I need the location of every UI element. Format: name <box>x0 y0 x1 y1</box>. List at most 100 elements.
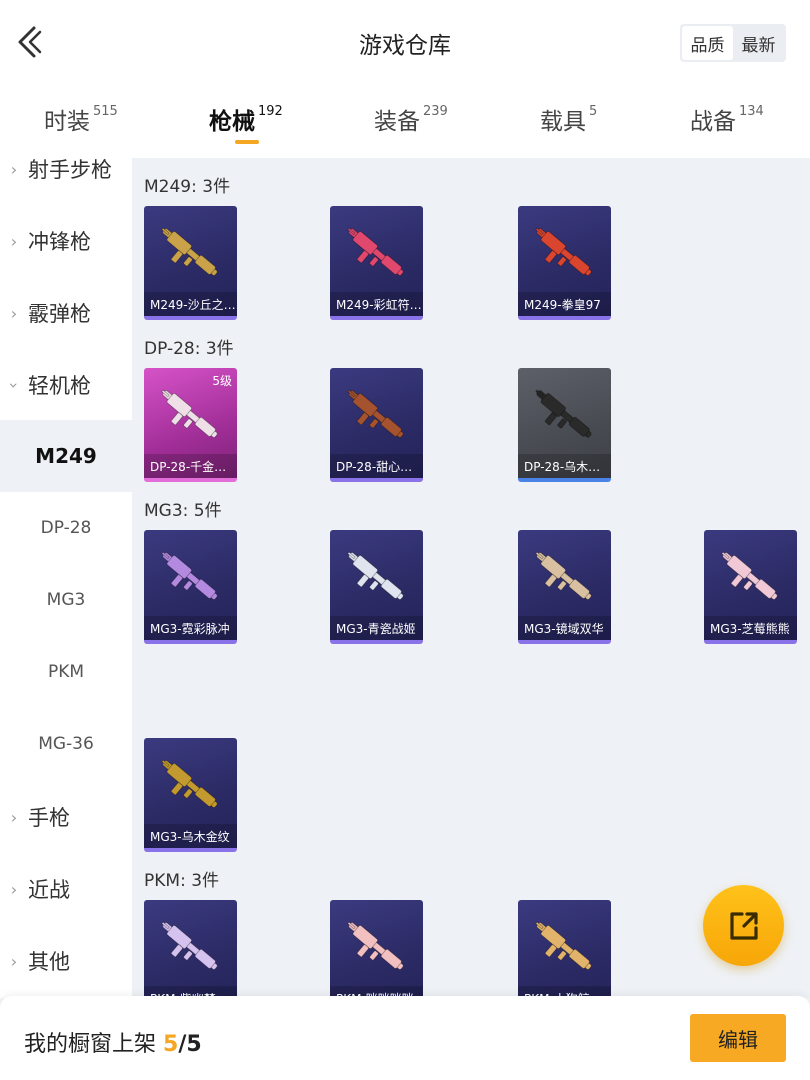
showcase-bar: 我的橱窗上架 5/5 编辑 <box>0 996 810 1080</box>
sidebar-item-label: 近战 <box>28 878 70 902</box>
skin-grid: M249: 3件 M249-沙丘之… M249-彩虹符… M249-拳皇97 D… <box>132 158 810 998</box>
skin-card-name: MG3-芝莓熊熊 <box>704 616 797 640</box>
sidebar-subitem-mg3[interactable]: MG3 <box>0 564 132 636</box>
rifle-icon <box>161 551 218 600</box>
rifle-icon <box>535 921 592 970</box>
rifle-icon <box>535 227 592 276</box>
share-button[interactable] <box>703 885 784 966</box>
skin-card-name: MG3-青瓷战姬 <box>330 616 423 640</box>
tab-label: 装备 <box>374 109 420 135</box>
sidebar-subitem-mg36[interactable]: MG-36 <box>0 708 132 780</box>
tab-label: 时装 <box>44 109 90 135</box>
sidebar-item-label: 霰弹枪 <box>28 302 91 326</box>
tab-count: 192 <box>258 104 283 119</box>
skin-card-name: DP-28-千金… <box>144 454 237 478</box>
skin-card[interactable]: MG3-霓彩脉冲 <box>144 530 237 644</box>
skin-card-name: MG3-霓彩脉冲 <box>144 616 237 640</box>
sidebar-subitem-pkm[interactable]: PKM <box>0 636 132 708</box>
skin-card-name: M249-沙丘之… <box>144 292 237 316</box>
group-title: MG3: 5件 <box>144 501 222 521</box>
sidebar-item-label: 手枪 <box>28 806 70 830</box>
showcase-label: 我的橱窗上架 <box>24 1032 157 1057</box>
skin-card[interactable]: DP-28-甜心… <box>330 368 423 482</box>
chevron-right-icon: › <box>10 303 18 323</box>
skin-card-name: MG3-镜域双华 <box>518 616 611 640</box>
sidebar-item-marksman-rifle[interactable]: › 射手步枪 <box>0 158 132 205</box>
skin-card-name: M249-彩虹符… <box>330 292 423 316</box>
sidebar-item-melee[interactable]: › 近战 <box>0 853 132 925</box>
chevron-right-icon: › <box>10 879 18 899</box>
rifle-icon <box>347 921 404 970</box>
skin-card[interactable]: 5级 DP-28-千金… <box>144 368 237 482</box>
tab-fashion[interactable]: 时装 515 <box>44 102 118 136</box>
header: 游戏仓库 品质 最新 <box>0 0 810 88</box>
skin-card-name: MG3-乌木金纹 <box>144 824 237 848</box>
skin-card[interactable]: M249-彩虹符… <box>330 206 423 320</box>
sidebar-subitem-dp28[interactable]: DP-28 <box>0 492 132 564</box>
sidebar-item-shotgun[interactable]: › 霰弹枪 <box>0 277 132 349</box>
skin-card[interactable]: PKM-咪咪咪咪… <box>330 900 423 998</box>
tab-label: 载具 <box>540 109 586 135</box>
sidebar-item-label: 射手步枪 <box>28 158 112 182</box>
sidebar-item-label: 冲锋枪 <box>28 230 91 254</box>
tab-vehicles[interactable]: 载具 5 <box>540 102 597 136</box>
skin-level-badge: 5级 <box>212 374 232 388</box>
tab-supplies[interactable]: 战备 134 <box>690 102 764 136</box>
rifle-icon <box>347 551 404 600</box>
rifle-icon <box>535 389 592 438</box>
showcase-total-count: 5 <box>186 1032 202 1057</box>
sidebar-item-pistol[interactable]: › 手枪 <box>0 781 132 853</box>
tab-count: 515 <box>93 104 118 119</box>
edit-button[interactable]: 编辑 <box>690 1014 786 1062</box>
skin-card[interactable]: MG3-芝莓熊熊 <box>704 530 797 644</box>
sidebar-item-label: 轻机枪 <box>28 374 91 398</box>
tab-count: 239 <box>423 104 448 119</box>
skin-card[interactable]: DP-28-乌木… <box>518 368 611 482</box>
rifle-icon <box>161 759 218 808</box>
chevron-right-icon: › <box>10 231 18 251</box>
weapon-type-sidebar: › 射手步枪 › 冲锋枪 › 霰弹枪 › 轻机枪 M249 DP-28 MG3 … <box>0 158 132 998</box>
sidebar-item-lmg[interactable]: › 轻机枪 <box>0 349 132 421</box>
chevron-right-icon: › <box>10 951 18 971</box>
skin-card-name: M249-拳皇97 <box>518 292 611 316</box>
rifle-icon <box>161 921 218 970</box>
rifle-icon <box>347 389 404 438</box>
chevron-right-icon: › <box>10 807 18 827</box>
tab-label: 战备 <box>690 109 736 135</box>
group-title: PKM: 3件 <box>144 871 220 891</box>
sidebar-item-other[interactable]: › 其他 <box>0 925 132 997</box>
group-title: M249: 3件 <box>144 177 231 197</box>
tab-label: 枪械 <box>209 109 255 135</box>
chevron-down-icon: › <box>4 381 24 389</box>
share-external-icon <box>729 911 758 940</box>
sidebar-subitem-m249[interactable]: M249 <box>0 420 132 492</box>
rifle-icon <box>535 551 592 600</box>
sort-option-quality[interactable]: 品质 <box>682 26 733 60</box>
rifle-icon <box>347 227 404 276</box>
rifle-icon <box>721 551 778 600</box>
sidebar-item-label: 其他 <box>28 950 70 974</box>
skin-card[interactable]: M249-拳皇97 <box>518 206 611 320</box>
showcase-status: 我的橱窗上架 5/5 <box>24 1026 202 1058</box>
sort-option-newest[interactable]: 最新 <box>733 26 784 60</box>
tab-firearms[interactable]: 枪械 192 <box>209 102 283 136</box>
category-tabs: 时装 515 枪械 192 装备 239 载具 5 战备 134 <box>0 88 810 158</box>
skin-card[interactable]: MG3-镜域双华 <box>518 530 611 644</box>
active-tab-indicator <box>235 140 259 144</box>
showcase-current-count: 5 <box>163 1032 179 1057</box>
skin-card[interactable]: MG3-乌木金纹 <box>144 738 237 852</box>
skin-card[interactable]: M249-沙丘之… <box>144 206 237 320</box>
sidebar-item-smg[interactable]: › 冲锋枪 <box>0 205 132 277</box>
tab-equipment[interactable]: 装备 239 <box>374 102 448 136</box>
skin-card[interactable]: PKM-紫幽梦… <box>144 900 237 998</box>
skin-card[interactable]: PKM-小狗鲸… <box>518 900 611 998</box>
tab-count: 134 <box>739 104 764 119</box>
sort-toggle: 品质 最新 <box>680 24 786 62</box>
skin-card-name: DP-28-甜心… <box>330 454 423 478</box>
group-title: DP-28: 3件 <box>144 339 234 359</box>
skin-card[interactable]: MG3-青瓷战姬 <box>330 530 423 644</box>
tab-count: 5 <box>589 104 598 119</box>
chevron-right-icon: › <box>10 159 18 179</box>
skin-card-name: DP-28-乌木… <box>518 454 611 478</box>
rifle-icon <box>161 227 218 276</box>
